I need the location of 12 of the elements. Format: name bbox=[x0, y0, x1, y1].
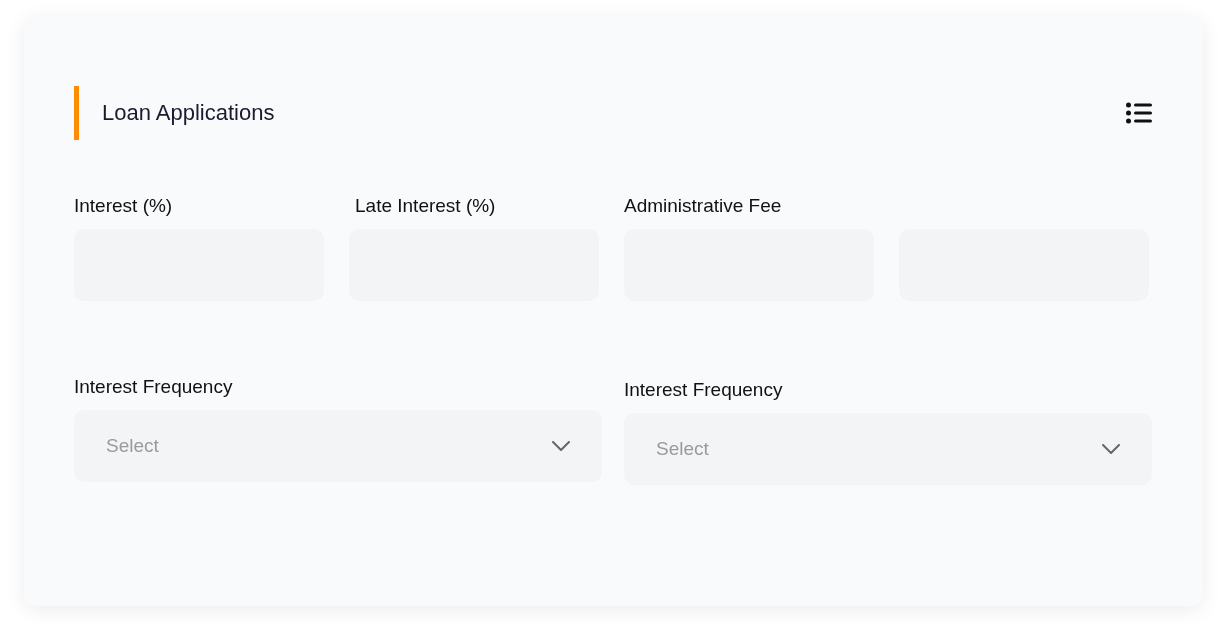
field-label: Interest Frequency bbox=[624, 379, 783, 400]
select-dropdown[interactable]: Select bbox=[74, 410, 602, 482]
field-label: Late Interest (%) bbox=[355, 195, 496, 216]
accent-bar bbox=[74, 86, 79, 140]
select-dropdown[interactable]: Select bbox=[624, 413, 1152, 485]
chevron-down-icon bbox=[1102, 444, 1120, 454]
field-label: Interest (%) bbox=[74, 195, 173, 216]
field-label: Interest Frequency bbox=[74, 376, 233, 397]
list-menu-icon[interactable] bbox=[1126, 102, 1152, 124]
card-title: Loan Applications bbox=[102, 100, 275, 126]
chevron-down-icon bbox=[552, 441, 570, 451]
field-label: Administrative Fee bbox=[624, 195, 782, 216]
